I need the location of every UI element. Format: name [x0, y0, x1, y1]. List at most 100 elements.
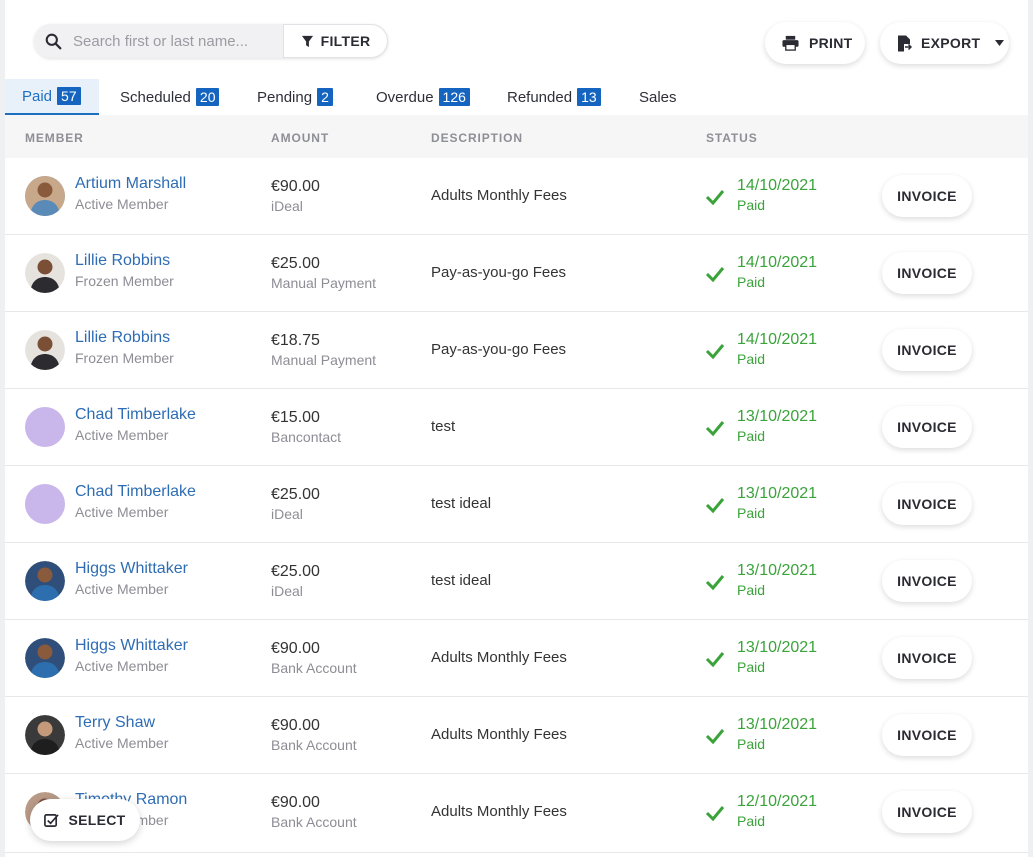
payment-method: Manual Payment [271, 352, 377, 368]
export-button[interactable]: EXPORT [880, 22, 1009, 64]
tab-refunded[interactable]: Refunded 13 [486, 79, 617, 115]
avatar [25, 715, 65, 755]
status-date: 14/10/2021 [737, 331, 818, 348]
member-name-link[interactable]: Lillie Robbins [75, 252, 170, 270]
tab-label: Sales [639, 88, 677, 106]
print-button[interactable]: PRINT [765, 22, 865, 64]
tab-scheduled[interactable]: Scheduled 20 [99, 79, 236, 115]
export-label: EXPORT [921, 35, 981, 51]
amount-value: €18.75 [271, 332, 320, 349]
avatar [25, 176, 65, 216]
status-text: Paid [737, 736, 766, 752]
avatar-placeholder [25, 407, 65, 447]
member-name-link[interactable]: Chad Timberlake [75, 483, 196, 501]
filter-button[interactable]: FILTER [283, 24, 388, 58]
member-name-link[interactable]: Artium Marshall [75, 175, 186, 193]
table-row: Chad Timberlake Active Member €25.00 iDe… [5, 466, 1028, 543]
tab-label: Pending [257, 88, 313, 106]
payment-method: Bank Account [271, 660, 357, 676]
amount-value: €25.00 [271, 486, 320, 503]
invoice-button[interactable]: INVOICE [882, 406, 972, 448]
amount-value: €15.00 [271, 409, 320, 426]
table-row: Chad Timberlake Active Member €15.00 Ban… [5, 389, 1028, 466]
status-text: Paid [737, 351, 766, 367]
status-date: 12/10/2021 [737, 793, 818, 810]
description: Pay-as-you-go Fees [431, 341, 567, 358]
member-name-link[interactable]: Higgs Whittaker [75, 637, 188, 655]
check-icon [705, 344, 725, 360]
payment-method: Manual Payment [271, 275, 377, 291]
invoice-button[interactable]: INVOICE [882, 329, 972, 371]
status-date: 13/10/2021 [737, 716, 818, 733]
description: Pay-as-you-go Fees [431, 264, 567, 281]
description: test ideal [431, 572, 492, 589]
description: test [431, 418, 456, 435]
avatar [25, 330, 65, 370]
printer-icon [782, 35, 799, 51]
member-type: Active Member [75, 427, 169, 443]
table-row: Higgs Whittaker Active Member €25.00 iDe… [5, 543, 1028, 620]
payment-method: Bancontact [271, 429, 342, 445]
avatar [25, 253, 65, 293]
tab-sales[interactable]: Sales [617, 79, 697, 115]
check-icon [705, 652, 725, 668]
table-row: Higgs Whittaker Active Member €90.00 Ban… [5, 620, 1028, 697]
invoice-button[interactable]: INVOICE [882, 637, 972, 679]
member-type: Active Member [75, 735, 169, 751]
payment-method: Bank Account [271, 814, 357, 830]
filter-icon [301, 35, 313, 47]
check-icon [705, 267, 725, 283]
count-badge: 13 [577, 88, 601, 106]
search-input[interactable] [73, 29, 278, 53]
invoice-button[interactable]: INVOICE [882, 560, 972, 602]
avatar-placeholder [25, 484, 65, 524]
member-type: Active Member [75, 196, 169, 212]
tab-paid[interactable]: Paid 57 [5, 79, 99, 115]
description: Adults Monthly Fees [431, 649, 567, 666]
member-type: Frozen Member [75, 273, 174, 289]
check-icon [705, 421, 725, 437]
check-icon [705, 729, 725, 745]
tab-overdue[interactable]: Overdue 126 [355, 79, 486, 115]
status-date: 13/10/2021 [737, 485, 818, 502]
invoice-button[interactable]: INVOICE [882, 175, 972, 217]
checkbox-icon [44, 813, 60, 827]
amount-value: €90.00 [271, 794, 320, 811]
amount-value: €25.00 [271, 563, 320, 580]
member-name-link[interactable]: Terry Shaw [75, 714, 155, 732]
tab-label: Paid [22, 87, 53, 105]
tab-label: Scheduled [120, 88, 191, 106]
amount-value: €90.00 [271, 178, 320, 195]
status-text: Paid [737, 197, 766, 213]
check-icon [705, 806, 725, 822]
count-badge: 2 [317, 88, 333, 106]
invoice-button[interactable]: INVOICE [882, 714, 972, 756]
select-button[interactable]: SELECT [30, 799, 140, 841]
avatar [25, 561, 65, 601]
export-file-icon [898, 35, 912, 51]
invoice-button[interactable]: INVOICE [882, 483, 972, 525]
invoice-button[interactable]: INVOICE [882, 252, 972, 294]
status-text: Paid [737, 428, 766, 444]
member-name-link[interactable]: Chad Timberlake [75, 406, 196, 424]
search-icon [45, 33, 62, 50]
description: test ideal [431, 495, 492, 512]
filter-label: FILTER [320, 33, 371, 49]
print-label: PRINT [809, 35, 853, 51]
payment-method: iDeal [271, 583, 303, 599]
member-name-link[interactable]: Higgs Whittaker [75, 560, 188, 578]
payment-method: iDeal [271, 506, 303, 522]
status-date: 13/10/2021 [737, 562, 818, 579]
payment-method: Bank Account [271, 737, 357, 753]
invoice-button[interactable]: INVOICE [882, 791, 972, 833]
status-text: Paid [737, 505, 766, 521]
status-text: Paid [737, 582, 766, 598]
check-icon [705, 575, 725, 591]
description: Adults Monthly Fees [431, 726, 567, 743]
amount-value: €90.00 [271, 640, 320, 657]
avatar [25, 638, 65, 678]
amount-value: €25.00 [271, 255, 320, 272]
member-name-link[interactable]: Lillie Robbins [75, 329, 170, 347]
tab-pending[interactable]: Pending 2 [236, 79, 355, 115]
table-header: MEMBER AMOUNT DESCRIPTION STATUS [5, 115, 1028, 158]
